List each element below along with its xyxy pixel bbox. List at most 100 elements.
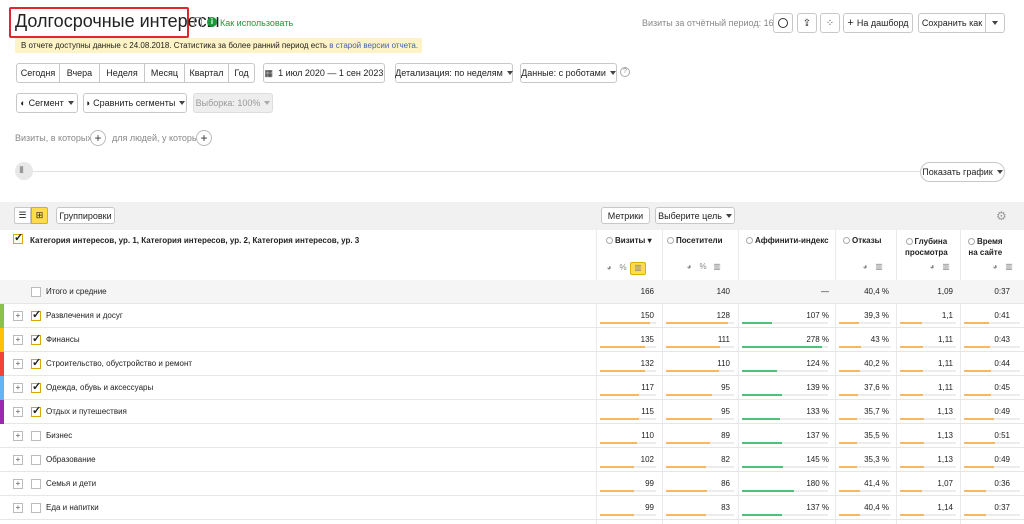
- row-checkbox[interactable]: [31, 380, 41, 393]
- cell-time: 0:49: [994, 407, 1010, 416]
- period-tab[interactable]: Год: [229, 63, 255, 83]
- select-all-checkbox[interactable]: ✓: [13, 232, 23, 244]
- col-visitors[interactable]: Посетители: [667, 236, 723, 245]
- add-people-filter-button[interactable]: +: [196, 130, 212, 146]
- percent-icon[interactable]: %: [616, 263, 630, 276]
- pie-icon[interactable]: ◕: [988, 262, 1002, 271]
- row-checkbox[interactable]: [31, 503, 41, 513]
- sample-select[interactable]: Выборка: 100%: [193, 93, 273, 113]
- help-icon[interactable]: ?: [620, 67, 630, 77]
- show-chart-button[interactable]: Показать график: [920, 162, 1005, 182]
- bookmark-icon[interactable]: [194, 17, 202, 27]
- bar-icon[interactable]: ▥: [630, 262, 646, 275]
- table-row[interactable]: + Семья и дети 99 86 180 % 41,4 % 1,07 0:36: [0, 472, 1024, 496]
- row-checkbox[interactable]: [31, 431, 41, 441]
- expand-button[interactable]: +: [13, 479, 23, 489]
- cell-bounce: 35,5 %: [864, 431, 889, 440]
- period-tab[interactable]: Неделя: [100, 63, 145, 83]
- chevron-down-icon: [609, 71, 616, 75]
- cell-time: 0:49: [994, 455, 1010, 464]
- gear-icon[interactable]: ⚙: [996, 209, 1007, 223]
- date-range-picker[interactable]: ▦ 1 июл 2020 — 1 сен 2023: [263, 63, 385, 83]
- old-version-link[interactable]: в старой версии отчета.: [329, 41, 418, 50]
- table-row[interactable]: + Строительство, обустройство и ремонт 132…: [0, 352, 1024, 376]
- expand-button[interactable]: +: [13, 431, 23, 441]
- goal-select[interactable]: Выберите цель: [655, 207, 735, 224]
- cell-time: 0:45: [994, 383, 1010, 392]
- compare-segments-button[interactable]: ◑ Сравнить сегменты: [83, 93, 187, 113]
- cell-visits: 135: [640, 335, 654, 344]
- table-row[interactable]: + Еда и напитки 99 83 137 % 40,4 % 1,14 0:37: [0, 496, 1024, 520]
- bar-fill-time: [964, 418, 994, 420]
- period-tab[interactable]: Вчера: [60, 63, 100, 83]
- groupings-button[interactable]: Группировки: [56, 207, 115, 224]
- totals-checkbox[interactable]: [31, 287, 41, 297]
- detail-select[interactable]: Детализация: по неделям: [395, 63, 513, 83]
- table-row[interactable]: + Бизнес 110 89 137 % 35,5 % 1,13 0:51: [0, 424, 1024, 448]
- add-to-dashboard-button[interactable]: + На дашборд: [843, 13, 913, 33]
- bar-fill-affinity: [742, 346, 822, 348]
- pie-icon[interactable]: ◕: [925, 262, 939, 271]
- col-time[interactable]: Время на сайте: [968, 236, 1003, 258]
- bar-fill-time: [964, 346, 990, 348]
- row-color-marker: [0, 400, 4, 424]
- expand-button[interactable]: +: [13, 383, 23, 393]
- tree-view-button[interactable]: ⊞: [31, 207, 48, 224]
- table-row[interactable]: + Финансы 135 111 278 % 43 % 1,11 0:43: [0, 328, 1024, 352]
- cell-bounce: 39,3 %: [864, 311, 889, 320]
- how-to-use-link[interactable]: Как использовать: [220, 18, 293, 28]
- row-name: Одежда, обувь и аксессуары: [46, 383, 154, 392]
- add-visits-filter-button[interactable]: +: [90, 130, 106, 146]
- table-row[interactable]: + Одежда, обувь и аксессуары 117 95 139 % 37,…: [0, 376, 1024, 400]
- assistant-button[interactable]: ⁘: [820, 13, 840, 33]
- bar-icon[interactable]: ▥: [872, 262, 886, 271]
- save-as-dropdown[interactable]: [985, 13, 1005, 33]
- pie-icon[interactable]: ◕: [602, 263, 616, 276]
- data-mode-select[interactable]: Данные: с роботами: [520, 63, 617, 83]
- table-row[interactable]: + Отдых и путешествия 115 95 133 % 35,7 % 1,13…: [0, 400, 1024, 424]
- pie-icon[interactable]: ◕: [858, 262, 872, 271]
- period-tab[interactable]: Квартал: [185, 63, 229, 83]
- expand-button[interactable]: +: [13, 311, 23, 321]
- percent-icon[interactable]: %: [696, 262, 710, 271]
- pie-icon[interactable]: ◕: [682, 262, 696, 271]
- col-visits[interactable]: Визиты ▾: [606, 236, 652, 245]
- table-row[interactable]: + Развлечения и досуг 150 128 107 % 39,3 % 1,1…: [0, 304, 1024, 328]
- table-row[interactable]: + Образование 102 82 145 % 35,3 % 1,13 0:49: [0, 448, 1024, 472]
- list-view-button[interactable]: ☰: [14, 207, 31, 224]
- expand-button[interactable]: +: [13, 503, 23, 513]
- row-checkbox[interactable]: [31, 308, 41, 321]
- metrics-button[interactable]: Метрики: [601, 207, 650, 224]
- period-tab[interactable]: Сегодня: [16, 63, 60, 83]
- chart-toggle-icon[interactable]: ▮: [15, 162, 33, 180]
- col-depth[interactable]: Глубина просмотра: [905, 236, 948, 258]
- bar-icon[interactable]: ▥: [1002, 262, 1016, 271]
- bar-icon[interactable]: ▥: [939, 262, 953, 271]
- row-checkbox[interactable]: [31, 404, 41, 417]
- cell-visits: 117: [641, 383, 654, 392]
- history-button[interactable]: [773, 13, 793, 33]
- bar-fill-affinity: [742, 394, 782, 396]
- cell-depth: 1,13: [937, 407, 953, 416]
- row-checkbox[interactable]: [31, 332, 41, 345]
- export-button[interactable]: ⇪: [797, 13, 817, 33]
- segment-button[interactable]: ◐ Сегмент: [16, 93, 78, 113]
- save-as-button[interactable]: Сохранить как: [918, 13, 986, 33]
- period-tab[interactable]: Месяц: [145, 63, 185, 83]
- col-affinity[interactable]: Аффинити-индекс: [746, 236, 829, 245]
- expand-button[interactable]: +: [13, 359, 23, 369]
- cell-bounce: 43 %: [870, 335, 889, 344]
- share-icon: ⇪: [802, 17, 812, 29]
- bar-icon[interactable]: ▥: [710, 262, 724, 271]
- cell-affinity: 139 %: [806, 383, 829, 392]
- row-checkbox[interactable]: [31, 479, 41, 489]
- bar-fill-visitors: [666, 370, 719, 372]
- expand-button[interactable]: +: [13, 455, 23, 465]
- cell-depth: 1,14: [937, 503, 953, 512]
- expand-button[interactable]: +: [13, 407, 23, 417]
- row-checkbox[interactable]: [31, 455, 41, 465]
- expand-button[interactable]: +: [13, 335, 23, 345]
- row-checkbox[interactable]: [31, 356, 41, 369]
- visits-count-label: Визиты за отчётный период: 166: [642, 18, 779, 28]
- col-bounce[interactable]: Отказы: [843, 236, 882, 245]
